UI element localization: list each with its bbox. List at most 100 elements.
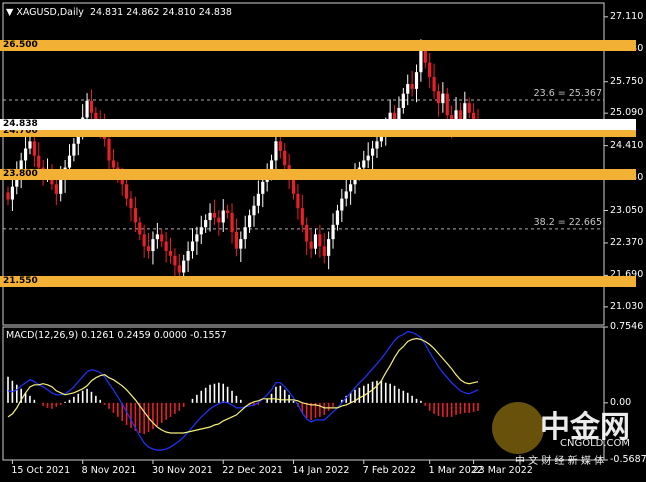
macd-tick-label: -0.5687	[610, 454, 646, 465]
candle-bull	[362, 160, 366, 168]
candle-bull	[441, 93, 445, 104]
price-tick-label: 23.050	[610, 204, 644, 216]
candle-bear	[436, 91, 441, 104]
candle-bear	[212, 212, 217, 218]
fib-label: 38.2 = 22.665	[533, 216, 602, 228]
chart-header: ▼ XAGUSD,Daily 24.831 24.862 24.810 24.8…	[6, 7, 232, 18]
candle-bear	[54, 184, 58, 194]
candle-bear	[217, 217, 221, 223]
candle-bull	[155, 234, 159, 240]
macd-signal-line	[7, 337, 479, 434]
candle-bull	[59, 179, 63, 194]
candle-bull	[10, 186, 14, 200]
candle-bear	[322, 246, 326, 256]
candle-bull	[366, 155, 370, 161]
level-tag: 23.800	[0, 168, 636, 180]
watermark-site: CNGOLD.COM	[560, 438, 631, 449]
candle-bull	[406, 84, 410, 94]
symbol-label: XAGUSD,Daily	[16, 7, 84, 18]
candle-bear	[111, 160, 116, 168]
candle-bear	[226, 210, 230, 213]
candle-bull	[190, 241, 195, 252]
candle-bear	[309, 241, 313, 249]
date-tick-label: 7 Feb 2022	[362, 465, 416, 476]
candle-bull	[239, 239, 243, 249]
candle-bull	[375, 141, 379, 149]
candle-bear	[164, 241, 168, 252]
candle-bear	[230, 212, 234, 232]
candle-bear	[423, 50, 427, 63]
candle-bull	[186, 251, 190, 261]
candle-bull	[85, 100, 89, 118]
candle-bull	[335, 210, 340, 225]
ohlc-label: 24.831 24.862 24.810 24.838	[89, 7, 232, 18]
candle-bull	[243, 227, 247, 240]
candle-bull	[327, 239, 331, 256]
candle-bear	[305, 224, 309, 242]
collapse-triangle-icon[interactable]: ▼	[6, 7, 13, 18]
fib-label: 23.6 = 25.367	[533, 87, 602, 99]
price-tick-label: 27.110	[610, 10, 644, 22]
candle-bull	[313, 234, 318, 249]
candle-bull	[28, 141, 32, 149]
candle-bull	[419, 50, 423, 73]
candle-bull	[204, 220, 208, 228]
candle-bear	[283, 150, 287, 166]
candle-bull	[221, 210, 225, 223]
candle-bear	[173, 255, 177, 266]
candle-bull	[340, 198, 344, 211]
candle-bear	[278, 141, 282, 151]
candle-bear	[89, 100, 94, 113]
date-tick-label: 8 Nov 2021	[81, 465, 137, 476]
candle-bear	[133, 208, 137, 223]
candle-bull	[397, 107, 401, 120]
level-tag: 26.500	[0, 39, 636, 51]
candle-bear	[32, 141, 36, 156]
price-tick-label: 21.030	[610, 300, 644, 312]
candle-bear	[467, 103, 471, 113]
candle-bull	[349, 184, 353, 192]
candle-bear	[234, 231, 239, 249]
candle-bear	[107, 138, 111, 161]
candle-bull	[208, 212, 212, 221]
candle-bear	[318, 234, 322, 247]
current-price-tag: 24.838	[0, 119, 636, 131]
candle-bull	[261, 181, 265, 194]
candle-bull	[344, 191, 348, 199]
candle-bull	[67, 155, 72, 168]
date-tick-label: 22 Dec 2021	[222, 465, 283, 476]
candle-bear	[432, 76, 436, 92]
price-tick-label: 25.090	[610, 107, 644, 119]
candle-bear	[6, 192, 10, 200]
date-tick-label: 30 Nov 2021	[151, 465, 213, 476]
candle-bull	[256, 193, 260, 206]
candle-bear	[445, 93, 449, 116]
candle-bear	[300, 208, 304, 225]
chart-area: ▼ XAGUSD,Daily 24.831 24.862 24.810 24.8…	[0, 0, 646, 478]
candle-bear	[428, 62, 432, 77]
candle-bull	[151, 239, 155, 252]
candle-bear	[410, 84, 414, 89]
candle-bull	[182, 260, 186, 273]
date-tick-label: 15 Oct 2021	[11, 465, 71, 476]
candle-bear	[296, 193, 300, 209]
candle-bear	[138, 222, 142, 235]
price-tick-label: 25.750	[610, 75, 644, 87]
candle-bear	[124, 184, 129, 199]
price-tick-label: 24.410	[610, 139, 644, 151]
candle-bull	[401, 93, 405, 108]
candle-bear	[142, 234, 146, 247]
date-tick-label: 14 Jan 2022	[292, 465, 350, 476]
candle-bull	[414, 72, 419, 89]
candle-bear	[168, 251, 173, 256]
candle-bull	[463, 103, 467, 120]
price-tick-label: 22.370	[610, 236, 644, 248]
candle-bull	[274, 141, 278, 161]
candle-bull	[331, 224, 335, 240]
candle-bull	[72, 143, 76, 156]
candle-bull	[370, 148, 375, 156]
candle-bull	[23, 148, 28, 161]
candle-bear	[129, 198, 133, 209]
candle-bull	[199, 227, 203, 235]
macd-tick-label: 0.7546	[610, 321, 644, 332]
